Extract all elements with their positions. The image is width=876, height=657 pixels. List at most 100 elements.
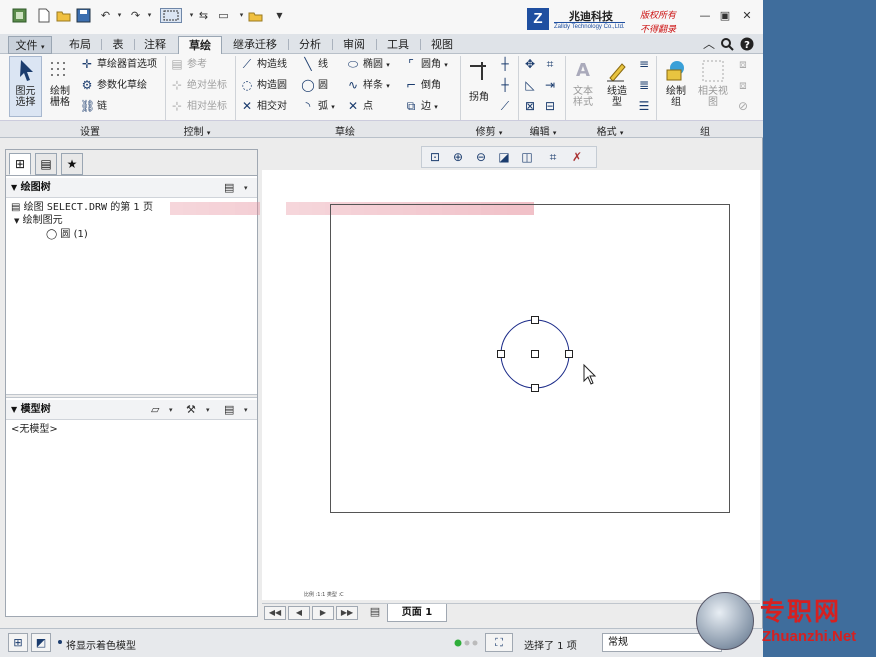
group-tool-1-button[interactable]: ⧈ xyxy=(736,57,753,73)
intersect-button[interactable]: ✕ 相交对 xyxy=(240,99,287,115)
circle-handle-left[interactable] xyxy=(497,350,505,358)
construction-line-button[interactable]: ⟋ 构造线 xyxy=(240,57,287,73)
circle-handle-right[interactable] xyxy=(565,350,573,358)
circle-handle-bottom[interactable] xyxy=(531,384,539,392)
move-button[interactable]: ✥ xyxy=(523,57,540,73)
model-tree-tools-icon[interactable]: ⚒ xyxy=(186,402,196,418)
show-model-icon[interactable]: ▱ xyxy=(151,402,159,418)
fillet-button[interactable]: ⌜ 圆角 ▾ xyxy=(404,57,448,73)
open-folder-icon[interactable] xyxy=(56,8,71,23)
new-file-icon[interactable] xyxy=(36,8,51,23)
last-page-button[interactable]: ▶▶ xyxy=(336,606,358,620)
collapse-ribbon-icon[interactable]: ︿ xyxy=(702,37,716,51)
new-page-icon[interactable]: ▤ xyxy=(364,606,386,620)
circle-handle-top[interactable] xyxy=(531,316,539,324)
first-page-button[interactable]: ◀◀ xyxy=(264,606,286,620)
tab-layout[interactable]: 布局 xyxy=(62,36,98,54)
tab-tools[interactable]: 工具 xyxy=(380,36,416,54)
redo-icon[interactable]: ↷ xyxy=(128,8,143,23)
line-weight-button[interactable]: ≣ xyxy=(637,78,654,94)
tab-review[interactable]: 审阅 xyxy=(336,36,372,54)
translate-button[interactable]: ⊟ xyxy=(543,99,560,115)
drawing-tree-header[interactable]: ▼ 绘图树 ▤ ▾ xyxy=(6,178,257,198)
divide-button[interactable]: ┼ xyxy=(498,57,515,73)
tab-view[interactable]: 视图 xyxy=(424,36,460,54)
find-icon[interactable]: ⛶ xyxy=(485,633,513,652)
tab-sketch[interactable]: 草绘 xyxy=(178,36,222,55)
help-icon[interactable]: ? xyxy=(740,37,754,51)
undo-icon[interactable]: ↶ xyxy=(98,8,113,23)
chain-button[interactable]: ⛓ 链 xyxy=(80,99,107,115)
chamfer-button[interactable]: ⌐ 倒角 xyxy=(404,78,441,94)
parametric-sketch-button[interactable]: ⚙ 参数化草绘 xyxy=(80,78,147,94)
maximize-button[interactable]: ▣ xyxy=(718,10,732,22)
regenerate-icon[interactable]: ⇆ xyxy=(196,8,211,23)
drawing-canvas[interactable]: 比例 :1:1 类型 :C xyxy=(170,170,760,600)
layers-button[interactable]: ☰ xyxy=(637,99,654,115)
refit-icon[interactable]: ⊡ xyxy=(426,149,444,166)
group-tool-3-button[interactable]: ⊘ xyxy=(736,99,753,115)
draw-grid-button[interactable]: 绘制 栅格 xyxy=(46,58,74,108)
point-button[interactable]: ✕ 点 xyxy=(346,99,373,115)
model-tree-settings-icon[interactable]: ▤ xyxy=(224,402,234,418)
circle-handle-center[interactable] xyxy=(531,350,539,358)
toggle-navigator-icon[interactable]: ⊞ xyxy=(8,633,28,652)
edge-button[interactable]: ⧉ 边 ▾ xyxy=(404,99,438,115)
tree-item-draw-entities[interactable]: ▼ 绘制图元 xyxy=(14,214,63,228)
stretch-button[interactable]: ⌗ xyxy=(543,57,560,73)
tab-legacy-migration[interactable]: 继承迁移 xyxy=(226,36,284,54)
toggle-browser-icon[interactable]: ◩ xyxy=(31,633,51,652)
folder-browser-tab-icon[interactable]: ▤ xyxy=(35,153,57,175)
show-dropdown-icon[interactable]: ▾ xyxy=(169,402,173,418)
prev-page-button[interactable]: ◀ xyxy=(288,606,310,620)
tree-item-circle[interactable]: ◯ 圆 (1) xyxy=(46,228,88,241)
reference-button[interactable]: ▤ 参考 xyxy=(170,57,207,73)
zoom-out-icon[interactable]: ⊖ xyxy=(472,149,490,166)
window-dropdown-icon[interactable]: ▾ xyxy=(234,8,249,23)
save-icon[interactable] xyxy=(76,8,91,23)
tree-tab-icon[interactable]: ⊞ xyxy=(9,153,31,175)
tree-item-drawing[interactable]: ▤ 绘图 SELECT.DRW 的第 1 页 xyxy=(11,201,153,214)
next-page-button[interactable]: ▶ xyxy=(312,606,334,620)
line-button[interactable]: ╲ 线 xyxy=(301,57,328,73)
select-box-icon[interactable] xyxy=(160,8,182,23)
circle-button[interactable]: ◯ 圆 xyxy=(301,78,328,94)
tab-annotate[interactable]: 注释 xyxy=(137,36,173,54)
relative-coordinate-button[interactable]: ⊹ 相对坐标 xyxy=(170,99,227,115)
scale-button[interactable]: ⊠ xyxy=(523,99,540,115)
sketcher-preferences-button[interactable]: ✛ 草绘器首选项 xyxy=(80,57,157,73)
absolute-coordinate-button[interactable]: ⊹ 绝对坐标 xyxy=(170,78,227,94)
draw-group-button[interactable]: 绘制 组 xyxy=(660,58,692,108)
datum-display-icon[interactable]: ⌗ xyxy=(544,149,562,166)
zoom-in-icon[interactable]: ⊕ xyxy=(449,149,467,166)
panel-splitter[interactable] xyxy=(6,394,257,398)
tab-analysis[interactable]: 分析 xyxy=(292,36,328,54)
display-style-icon[interactable]: ◫ xyxy=(518,149,536,166)
related-view-button[interactable]: 相关视 图 xyxy=(694,58,732,108)
redo-dropdown-icon[interactable]: ▾ xyxy=(142,8,157,23)
model-settings-dropdown-icon[interactable]: ▾ xyxy=(244,402,248,418)
group-label-control[interactable]: 控制 ▾ xyxy=(172,123,222,138)
minimize-button[interactable]: — xyxy=(698,10,712,22)
tools-dropdown-icon[interactable]: ▾ xyxy=(206,402,210,418)
undo-dropdown-icon[interactable]: ▾ xyxy=(112,8,127,23)
model-tree-header[interactable]: ▼ 模型树 ▱ ▾ ⚒ ▾ ▤ ▾ xyxy=(6,400,257,420)
delete-segment-button[interactable]: ⟋ xyxy=(498,99,515,115)
group-tool-2-button[interactable]: ⧈ xyxy=(736,78,753,94)
line-style-button[interactable]: 线造 型 xyxy=(602,58,632,108)
favorites-tab-icon[interactable]: ★ xyxy=(61,153,83,175)
tree-settings-dropdown-icon[interactable]: ▾ xyxy=(244,180,248,196)
repaint-icon[interactable]: ◪ xyxy=(495,149,513,166)
select-entity-button[interactable]: 图元 选择 xyxy=(9,58,42,108)
corner-button[interactable]: 拐角 xyxy=(464,58,494,103)
annotation-display-icon[interactable]: ✗ xyxy=(568,149,586,166)
hatch-button[interactable]: ≡ xyxy=(637,57,654,73)
search-icon[interactable] xyxy=(720,37,734,51)
page-tab-1[interactable]: 页面 1 xyxy=(387,604,447,622)
spline-button[interactable]: ∿ 样条 ▾ xyxy=(346,78,390,94)
customize-toolbar-icon[interactable]: ▼ xyxy=(272,8,287,23)
window-icon[interactable]: ▭ xyxy=(216,8,231,23)
folder-star-icon[interactable] xyxy=(248,8,263,23)
construction-circle-button[interactable]: ◌ 构造圆 xyxy=(240,78,287,94)
tab-table[interactable]: 表 xyxy=(104,36,132,54)
